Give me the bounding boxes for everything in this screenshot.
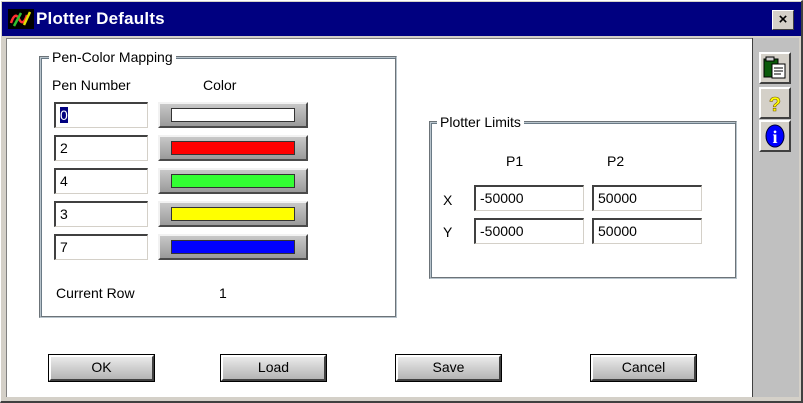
pen-number-field-5[interactable]: 7 — [54, 234, 148, 260]
color-button-4[interactable] — [158, 201, 308, 227]
app-icon — [8, 9, 34, 29]
load-button[interactable]: Load — [220, 354, 327, 382]
color-swatch-yellow — [171, 207, 295, 221]
plotter-defaults-window: Plotter Defaults × Pen-Color Mapping Pen… — [0, 0, 803, 403]
color-button-2[interactable] — [158, 135, 308, 161]
help-button[interactable]: ? — [759, 87, 791, 119]
color-swatch-white — [171, 108, 295, 122]
svg-text:i: i — [772, 127, 777, 147]
color-header: Color — [203, 77, 237, 93]
plotter-limits-caption: Plotter Limits — [437, 113, 524, 131]
pen-number-field-2[interactable]: 2 — [54, 135, 148, 161]
x-label: X — [443, 192, 453, 208]
help-question-icon: ? — [769, 94, 782, 115]
color-button-1[interactable] — [158, 102, 308, 128]
side-toolbar: ? i — [752, 38, 799, 397]
info-button[interactable]: i — [759, 120, 791, 152]
ok-button[interactable]: OK — [48, 354, 155, 382]
color-swatch-red — [171, 141, 295, 155]
save-button[interactable]: Save — [395, 354, 502, 382]
cancel-button[interactable]: Cancel — [590, 354, 697, 382]
dialog-body: Pen-Color Mapping Pen Number Color 0 2 4… — [6, 38, 752, 397]
y-p1-field[interactable]: -50000 — [474, 218, 584, 244]
current-row-value: 1 — [219, 285, 227, 301]
pen-color-mapping-caption: Pen-Color Mapping — [49, 48, 176, 66]
pen-number-field-1[interactable]: 0 — [54, 102, 148, 128]
window-title: Plotter Defaults — [36, 9, 165, 28]
close-button[interactable]: × — [772, 10, 794, 30]
current-row-label: Current Row — [56, 285, 135, 301]
color-swatch-blue — [171, 240, 295, 254]
p2-header: P2 — [607, 153, 625, 169]
color-swatch-green — [171, 174, 295, 188]
p1-header: P1 — [506, 153, 524, 169]
svg-text:?: ? — [769, 94, 781, 115]
pen-number-header: Pen Number — [52, 77, 131, 93]
y-p2-field[interactable]: 50000 — [592, 218, 702, 244]
x-p2-field[interactable]: 50000 — [592, 185, 702, 211]
clipboard-button[interactable] — [759, 52, 791, 84]
pen-number-field-3[interactable]: 4 — [54, 168, 148, 194]
color-button-5[interactable] — [158, 234, 308, 260]
y-label: Y — [443, 224, 453, 240]
clipboard-icon — [763, 56, 786, 79]
x-p1-field[interactable]: -50000 — [474, 185, 584, 211]
pen-number-field-4[interactable]: 3 — [54, 201, 148, 227]
title-bar[interactable]: Plotter Defaults × — [2, 2, 801, 36]
color-button-3[interactable] — [158, 168, 308, 194]
info-icon: i — [765, 124, 785, 148]
